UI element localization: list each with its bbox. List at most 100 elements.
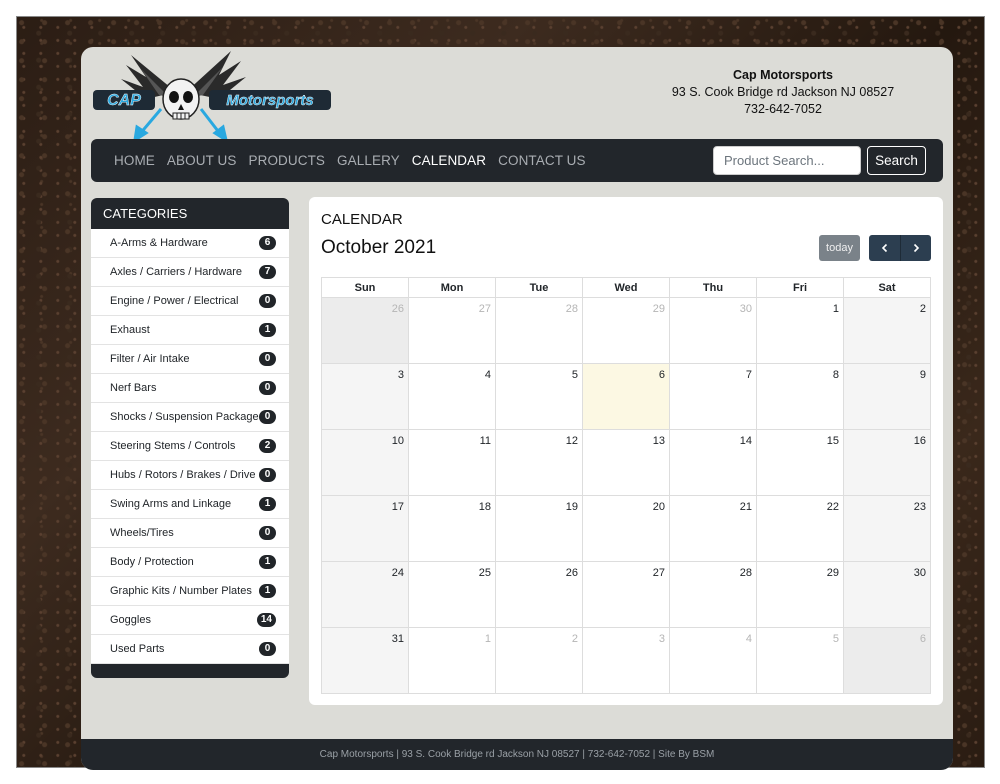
calendar-day[interactable]: 3 [321, 363, 409, 430]
category-item[interactable]: Exhaust 1 [91, 316, 289, 345]
category-label: Goggles [110, 614, 151, 626]
calendar-day[interactable]: 27 [582, 561, 670, 628]
calendar-day[interactable]: 26 [495, 561, 583, 628]
calendar-day[interactable]: 14 [669, 429, 757, 496]
day-number: 2 [571, 633, 578, 645]
nav-home[interactable]: HOME [114, 153, 155, 168]
calendar-day-today[interactable]: 6 [582, 363, 670, 430]
nav-contact-us[interactable]: CONTACT US [498, 153, 586, 168]
calendar-day[interactable]: 15 [756, 429, 844, 496]
calendar-day[interactable]: 31 [321, 627, 409, 694]
calendar-day[interactable]: 11 [408, 429, 496, 496]
calendar-day[interactable]: 28 [495, 297, 583, 364]
calendar-day[interactable]: 23 [843, 495, 931, 562]
calendar-day[interactable]: 30 [669, 297, 757, 364]
category-item[interactable]: Hubs / Rotors / Brakes / Drive 0 [91, 461, 289, 490]
category-item[interactable]: Goggles 14 [91, 606, 289, 635]
day-number: 18 [478, 501, 491, 513]
calendar-day[interactable]: 5 [495, 363, 583, 430]
calendar-day[interactable]: 26 [321, 297, 409, 364]
category-item[interactable]: Nerf Bars 0 [91, 374, 289, 403]
category-item[interactable]: Swing Arms and Linkage 1 [91, 490, 289, 519]
day-number: 5 [832, 633, 839, 645]
category-count-badge: 6 [259, 236, 276, 250]
nav-links: HOME ABOUT US PRODUCTS GALLERY CALENDAR … [114, 153, 598, 168]
calendar-day[interactable]: 20 [582, 495, 670, 562]
calendar-day[interactable]: 25 [408, 561, 496, 628]
category-label: Body / Protection [110, 556, 194, 568]
calendar-day[interactable]: 27 [408, 297, 496, 364]
category-item[interactable]: Shocks / Suspension Package 0 [91, 403, 289, 432]
weekday-header: Thu [669, 277, 757, 298]
category-item[interactable]: Body / Protection 1 [91, 548, 289, 577]
chevron-left-icon [881, 243, 887, 253]
calendar-day[interactable]: 22 [756, 495, 844, 562]
calendar-day[interactable]: 1 [408, 627, 496, 694]
category-label: Used Parts [110, 643, 165, 655]
calendar-day[interactable]: 1 [756, 297, 844, 364]
calendar-day[interactable]: 24 [321, 561, 409, 628]
calendar-day[interactable]: 16 [843, 429, 931, 496]
calendar-day[interactable]: 29 [582, 297, 670, 364]
calendar-card: CALENDAR October 2021 today Sun Mon Tue Wed… [309, 197, 943, 705]
category-item[interactable]: Filter / Air Intake 0 [91, 345, 289, 374]
calendar-day[interactable]: 17 [321, 495, 409, 562]
calendar-day[interactable]: 3 [582, 627, 670, 694]
logo[interactable]: CAP Motorsports [91, 47, 336, 142]
calendar-day[interactable]: 12 [495, 429, 583, 496]
weekday-header: Tue [495, 277, 583, 298]
nav-about-us[interactable]: ABOUT US [167, 153, 237, 168]
calendar-day[interactable]: 5 [756, 627, 844, 694]
calendar-day[interactable]: 6 [843, 627, 931, 694]
calendar-day[interactable]: 21 [669, 495, 757, 562]
today-button[interactable]: today [819, 235, 860, 261]
calendar-day[interactable]: 18 [408, 495, 496, 562]
calendar-day[interactable]: 4 [408, 363, 496, 430]
category-item[interactable]: Steering Stems / Controls 2 [91, 432, 289, 461]
weekday-header: Mon [408, 277, 496, 298]
calendar-day[interactable]: 2 [843, 297, 931, 364]
weekday-header: Sat [843, 277, 931, 298]
day-number: 28 [565, 303, 578, 315]
calendar-day[interactable]: 7 [669, 363, 757, 430]
nav-gallery[interactable]: GALLERY [337, 153, 400, 168]
day-number: 19 [565, 501, 578, 513]
category-count-badge: 0 [259, 642, 276, 656]
calendar-day[interactable]: 13 [582, 429, 670, 496]
calendar-grid: Sun Mon Tue Wed Thu Fri Sat 26 27 28 29 30 1 2 3 4 5 6 7 8… [321, 277, 931, 694]
calendar-day[interactable]: 28 [669, 561, 757, 628]
day-number: 23 [913, 501, 926, 513]
day-number: 27 [652, 567, 665, 579]
category-count-badge: 14 [256, 613, 276, 627]
category-item[interactable]: Axles / Carriers / Hardware 7 [91, 258, 289, 287]
calendar-day[interactable]: 9 [843, 363, 931, 430]
prev-month-button[interactable] [869, 235, 900, 261]
next-month-button[interactable] [900, 235, 931, 261]
category-item[interactable]: A-Arms & Hardware 6 [91, 229, 289, 258]
calendar-day[interactable]: 29 [756, 561, 844, 628]
nav-calendar[interactable]: CALENDAR [412, 153, 486, 168]
category-label: Swing Arms and Linkage [110, 498, 232, 510]
category-item[interactable]: Engine / Power / Electrical 0 [91, 287, 289, 316]
calendar-day[interactable]: 30 [843, 561, 931, 628]
category-count-badge: 0 [259, 468, 276, 482]
day-number: 20 [652, 501, 665, 513]
category-count-badge: 0 [259, 381, 276, 395]
skull-icon [162, 78, 200, 120]
calendar-week-row: 10 11 12 13 14 15 16 [321, 429, 931, 496]
day-number: 5 [571, 369, 578, 381]
product-search-input[interactable] [713, 146, 861, 175]
category-item[interactable]: Graphic Kits / Number Plates 1 [91, 577, 289, 606]
day-number: 1 [484, 633, 491, 645]
calendar-day[interactable]: 4 [669, 627, 757, 694]
search-button[interactable]: Search [867, 146, 926, 175]
calendar-day[interactable]: 8 [756, 363, 844, 430]
weekday-header-row: Sun Mon Tue Wed Thu Fri Sat [321, 277, 931, 298]
calendar-day[interactable]: 19 [495, 495, 583, 562]
calendar-day[interactable]: 2 [495, 627, 583, 694]
category-item[interactable]: Used Parts 0 [91, 635, 289, 664]
day-number: 21 [739, 501, 752, 513]
nav-products[interactable]: PRODUCTS [248, 153, 325, 168]
category-item[interactable]: Wheels/Tires 0 [91, 519, 289, 548]
calendar-day[interactable]: 10 [321, 429, 409, 496]
